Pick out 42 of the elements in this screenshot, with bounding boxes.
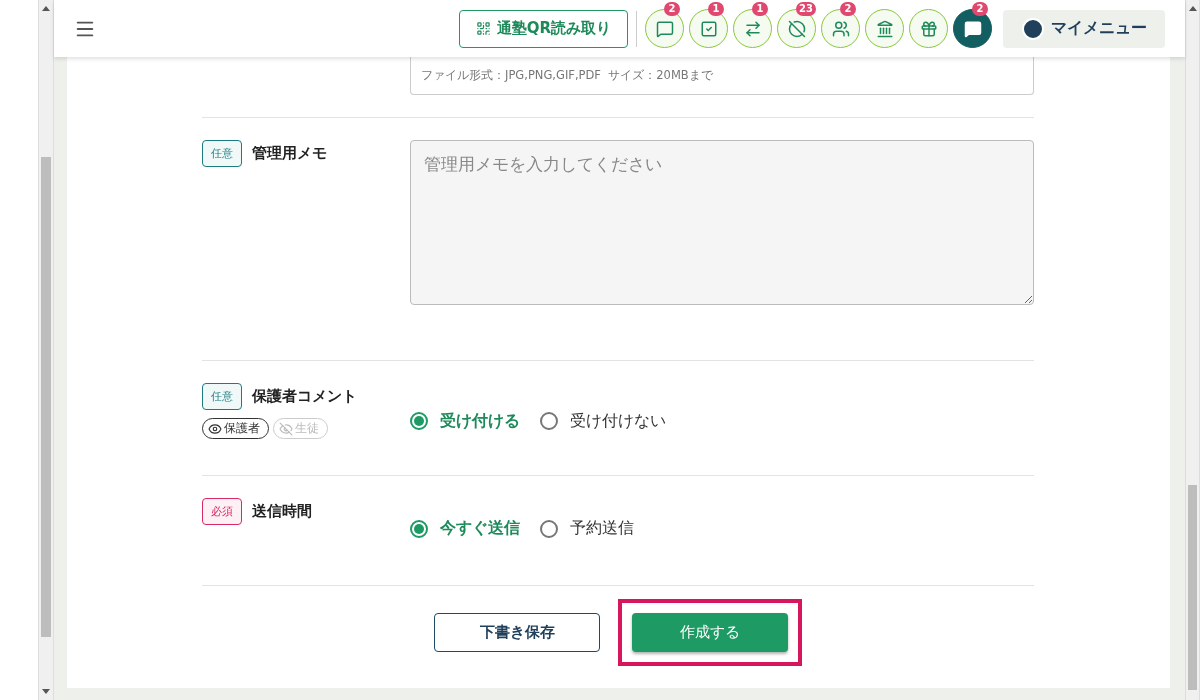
people-icon [831,19,850,38]
scrollbar[interactable] [1185,0,1200,700]
field-label: 管理用メモ [252,144,327,163]
bank-icon [875,19,894,38]
eye-icon [208,421,222,436]
create-button[interactable]: 作成する [632,613,788,652]
field-label: 保護者コメント [252,387,357,406]
radio-icon[interactable] [540,519,558,538]
count-badge: 2 [664,2,680,16]
radio-icon[interactable] [540,412,558,430]
count-badge: 2 [840,2,856,16]
memo-field[interactable]: 管理用メモを入力してください [410,140,1034,305]
my-menu-button[interactable]: マイメニュー [1003,9,1165,48]
file-upload-field[interactable]: ファイル形式：JPG,PNG,GIF,PDF サイズ：20MBまで [410,57,1034,95]
count-badge: 2 [972,2,988,16]
count-badge: 23 [796,2,816,16]
file-hint: ファイル形式：JPG,PNG,GIF,PDF サイズ：20MBまで [421,68,713,83]
arrows-icon [743,19,762,38]
icon-button[interactable] [865,9,904,48]
qr-icon [475,21,491,36]
radio-option[interactable]: 受け付ける [410,410,520,432]
radio-option[interactable]: 今すぐ送信 [410,518,520,539]
radio-icon[interactable] [410,412,428,430]
scrollbar[interactable] [38,0,54,700]
chat-icon [655,19,674,38]
field-label: 送信時間 [252,502,312,521]
checklist-icon [699,19,718,38]
eye-slash-icon [279,421,293,436]
count-badge: 1 [752,2,768,16]
icon-button[interactable] [909,9,948,48]
circle-slash-icon [787,19,806,38]
tag: 必須 [202,498,242,525]
qr-button[interactable]: 通塾QR読み取り [458,9,628,48]
count-badge: 1 [708,2,724,16]
tag: 任意 [202,383,242,410]
gift-icon [919,19,938,38]
chat-icon [963,19,982,38]
radio-option[interactable]: 予約送信 [540,518,634,539]
save-draft-button[interactable]: 下書き保存 [434,613,600,652]
radio-icon[interactable] [410,519,428,538]
tag: 任意 [202,140,242,167]
radio-option[interactable]: 受け付けない [540,410,666,432]
